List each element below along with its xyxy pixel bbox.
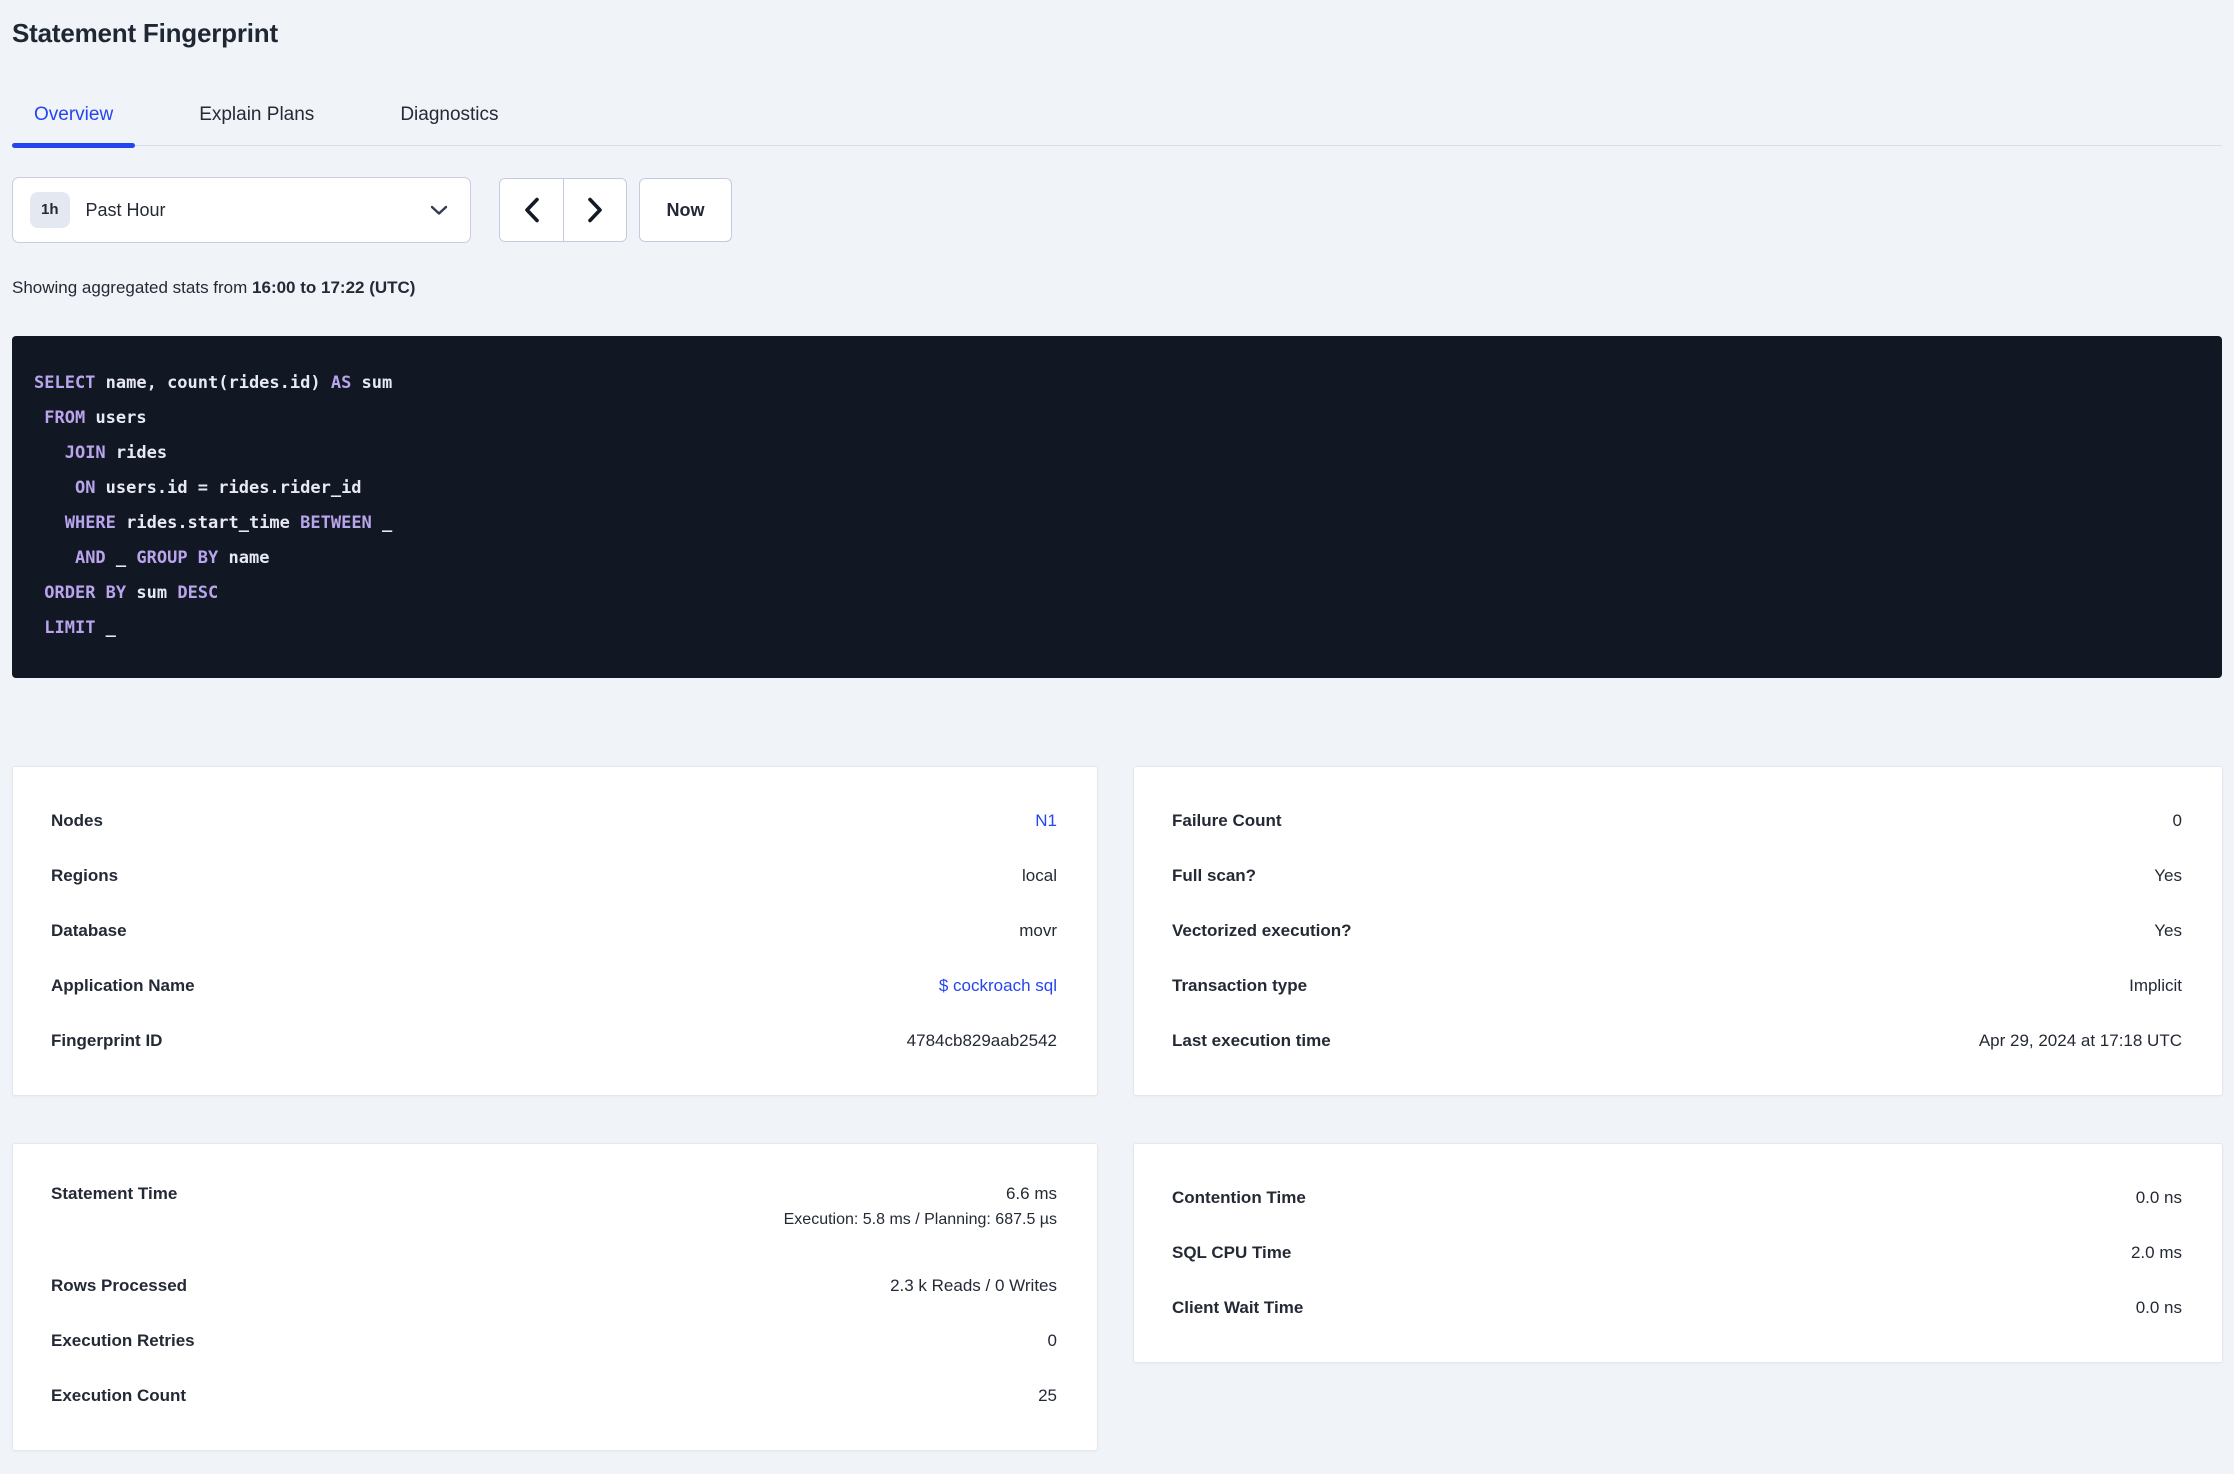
sql-line: WHERE rides.start_time BETWEEN _ bbox=[64, 513, 393, 533]
summary-row: Nodes N1 bbox=[51, 793, 1057, 848]
row-value: 6.6 ms bbox=[1005, 1184, 1057, 1203]
interval-label: Past Hour bbox=[85, 199, 166, 220]
summary-row: Database movr bbox=[51, 903, 1057, 958]
summary-row: Contention Time 0.0 ns bbox=[1172, 1170, 2182, 1225]
row-value: 2.0 ms bbox=[2130, 1242, 2182, 1262]
time-controls: 1h Past Hour Now bbox=[12, 177, 2222, 243]
summary-row: SQL CPU Time 2.0 ms bbox=[1172, 1225, 2182, 1280]
row-value: Apr 29, 2024 at 17:18 UTC bbox=[1978, 1030, 2182, 1050]
tab-overview[interactable]: Overview bbox=[12, 103, 136, 148]
row-label: Execution Retries bbox=[51, 1330, 195, 1350]
sql-line: LIMIT _ bbox=[44, 618, 116, 638]
row-label: Rows Processed bbox=[51, 1275, 188, 1295]
sql-line: SELECT name, count(rides.id) AS sum bbox=[34, 373, 393, 393]
summary-row: Execution Retries 0 bbox=[51, 1313, 1057, 1368]
row-value: 0 bbox=[2172, 810, 2182, 830]
card-statement-details: Nodes N1 Regions local Database movr Applicati… bbox=[12, 766, 1098, 1096]
row-label: Fingerprint ID bbox=[51, 1030, 163, 1050]
row-value: 0.0 ns bbox=[2135, 1187, 2182, 1207]
summary-row: Execution Count 25 bbox=[51, 1368, 1057, 1423]
tab-diagnostics[interactable]: Diagnostics bbox=[378, 103, 520, 145]
chevron-left-icon bbox=[524, 197, 539, 223]
stats-prefix: Showing aggregated stats from bbox=[12, 278, 253, 297]
row-label: Execution Count bbox=[51, 1385, 187, 1405]
summary-row: Fingerprint ID 4784cb829aab2542 bbox=[51, 1013, 1057, 1068]
chevron-right-icon bbox=[588, 197, 602, 223]
time-interval-picker[interactable]: 1h Past Hour bbox=[12, 177, 471, 243]
interval-badge: 1h bbox=[30, 192, 70, 228]
summary-row: Last execution time Apr 29, 2024 at 17:18… bbox=[1172, 1013, 2182, 1068]
tab-bar: Overview Explain Plans Diagnostics bbox=[12, 103, 2222, 148]
row-label: Database bbox=[51, 920, 127, 940]
summary-cards: Nodes N1 Regions local Database movr Applicati… bbox=[12, 766, 2223, 1451]
previous-range-button[interactable] bbox=[500, 179, 563, 241]
row-label: Full scan? bbox=[1172, 865, 1257, 885]
summary-row: Full scan? Yes bbox=[1172, 848, 2182, 903]
row-label: Statement Time bbox=[51, 1184, 178, 1203]
row-label: Application Name bbox=[51, 975, 195, 995]
summary-row: Transaction type Implicit bbox=[1172, 958, 2182, 1013]
sql-line: JOIN rides bbox=[64, 443, 168, 463]
summary-row: Application Name $ cockroach sql bbox=[51, 958, 1057, 1013]
row-subvalue: Execution: 5.8 ms / Planning: 687.5 µs bbox=[783, 1211, 1057, 1228]
statement-fingerprint-page: Statement Fingerprint Overview Explain P… bbox=[0, 16, 2234, 1451]
row-label: Transaction type bbox=[1172, 975, 1308, 995]
sql-line: FROM users bbox=[44, 408, 147, 428]
sql-code: SELECT name, count(rides.id) AS sum FROM… bbox=[34, 366, 2200, 646]
tab-explain-plans-label: Explain Plans bbox=[199, 104, 315, 125]
sql-line: AND _ GROUP BY name bbox=[74, 548, 270, 568]
active-tab-underline bbox=[12, 143, 136, 148]
row-value: Yes bbox=[2154, 920, 2182, 940]
page-title: Statement Fingerprint bbox=[12, 18, 278, 48]
row-value-link[interactable]: N1 bbox=[1035, 811, 1057, 831]
row-label: Vectorized execution? bbox=[1172, 920, 1352, 940]
time-range-pager bbox=[499, 178, 627, 242]
row-value: Implicit bbox=[2129, 975, 2182, 995]
summary-row: Failure Count 0 bbox=[1172, 793, 2182, 848]
summary-row: Regions local bbox=[51, 848, 1057, 903]
chevron-down-icon bbox=[430, 205, 448, 215]
stats-time-range: 16:00 to 17:22 (UTC) bbox=[252, 278, 416, 297]
summary-row: Statement Time 6.6 ms Execution: 5.8 ms / … bbox=[51, 1170, 1057, 1258]
sql-line: ORDER BY sum DESC bbox=[44, 583, 219, 603]
row-value: Yes bbox=[2154, 865, 2182, 885]
row-value: 0 bbox=[1047, 1330, 1057, 1350]
row-value: 25 bbox=[1038, 1385, 1057, 1405]
card-wait-times: Contention Time 0.0 ns SQL CPU Time 2.0 ms C… bbox=[1133, 1143, 2223, 1363]
row-value: 2.3 k Reads / 0 Writes bbox=[890, 1275, 1057, 1295]
row-value-link[interactable]: $ cockroach sql bbox=[939, 976, 1057, 996]
row-value: movr bbox=[1019, 920, 1057, 940]
row-value: 4784cb829aab2542 bbox=[906, 1030, 1057, 1050]
summary-row: Rows Processed 2.3 k Reads / 0 Writes bbox=[51, 1258, 1057, 1313]
card-execution-stats: Statement Time 6.6 ms Execution: 5.8 ms / … bbox=[12, 1143, 1098, 1451]
summary-row: Client Wait Time 0.0 ns bbox=[1172, 1280, 2182, 1335]
summary-row: Vectorized execution? Yes bbox=[1172, 903, 2182, 958]
aggregated-stats-line: Showing aggregated stats from 16:00 to 1… bbox=[12, 276, 2222, 300]
row-label: Client Wait Time bbox=[1172, 1297, 1304, 1317]
row-label: Last execution time bbox=[1172, 1030, 1331, 1050]
now-button[interactable]: Now bbox=[639, 178, 732, 242]
row-label: Regions bbox=[51, 865, 119, 885]
sql-statement-box: SELECT name, count(rides.id) AS sum FROM… bbox=[12, 336, 2222, 678]
row-label: SQL CPU Time bbox=[1172, 1242, 1292, 1262]
tab-overview-label: Overview bbox=[34, 104, 114, 125]
row-label: Contention Time bbox=[1172, 1187, 1306, 1207]
tab-diagnostics-label: Diagnostics bbox=[400, 104, 499, 125]
next-range-button[interactable] bbox=[563, 179, 626, 241]
row-value: 0.0 ns bbox=[2135, 1297, 2182, 1317]
row-label: Nodes bbox=[51, 810, 103, 830]
card-execution-attributes: Failure Count 0 Full scan? Yes Vectorized ex… bbox=[1133, 766, 2223, 1096]
row-value: local bbox=[1022, 865, 1057, 885]
row-label: Failure Count bbox=[1172, 810, 1282, 830]
tab-explain-plans[interactable]: Explain Plans bbox=[177, 103, 336, 145]
sql-line: ON users.id = rides.rider_id bbox=[74, 478, 362, 498]
